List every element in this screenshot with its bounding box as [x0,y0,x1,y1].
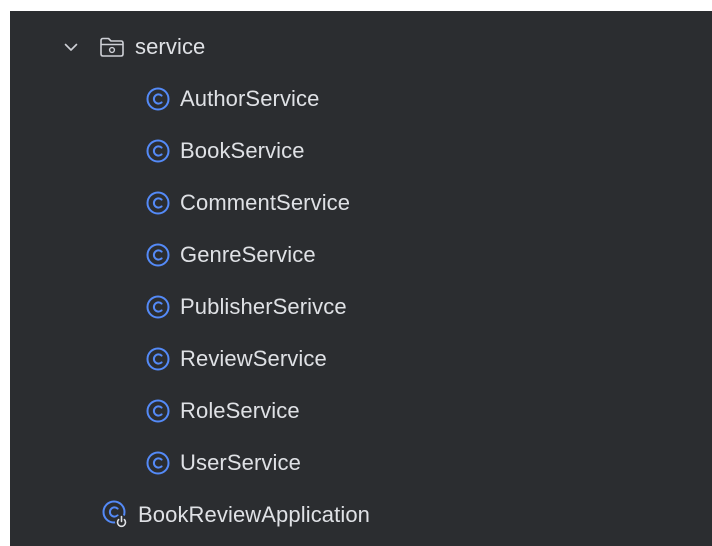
tree-item-author-service[interactable]: AuthorService [10,77,712,121]
tree-item-label: ReviewService [180,346,327,371]
tree-item-book-service[interactable]: BookService [10,129,712,173]
tree-item-label: UserService [180,450,301,475]
class-icon [146,347,170,371]
project-tree-panel: service AuthorService BookService Commen… [10,11,712,546]
tree-item-label: AuthorService [180,86,320,111]
class-icon [146,139,170,163]
class-icon [146,191,170,215]
tree-item-role-service[interactable]: RoleService [10,389,712,433]
tree-item-label: PublisherSerivce [180,294,347,319]
class-icon [146,243,170,267]
tree-item-book-review-application[interactable]: BookReviewApplication [10,493,712,537]
spring-boot-application-icon [102,500,130,530]
tree-item-publisher-serivce[interactable]: PublisherSerivce [10,285,712,329]
tree-item-genre-service[interactable]: GenreService [10,233,712,277]
tree-folder-label: service [135,34,206,59]
tree-item-label: GenreService [180,242,316,267]
class-icon [146,87,170,111]
tree-item-label: RoleService [180,398,300,423]
tree-folder-row-service[interactable]: service [10,25,712,69]
tree-item-label: CommentService [180,190,351,215]
class-icon [146,399,170,423]
tree-item-review-service[interactable]: ReviewService [10,337,712,381]
class-icon [146,451,170,475]
class-icon [146,295,170,319]
tree-item-label: BookService [180,138,305,163]
folder-icon [99,36,125,58]
tree-item-label: BookReviewApplication [138,502,371,527]
tree-item-user-service[interactable]: UserService [10,441,712,485]
chevron-down-icon[interactable] [61,37,81,57]
tree-item-comment-service[interactable]: CommentService [10,181,712,225]
